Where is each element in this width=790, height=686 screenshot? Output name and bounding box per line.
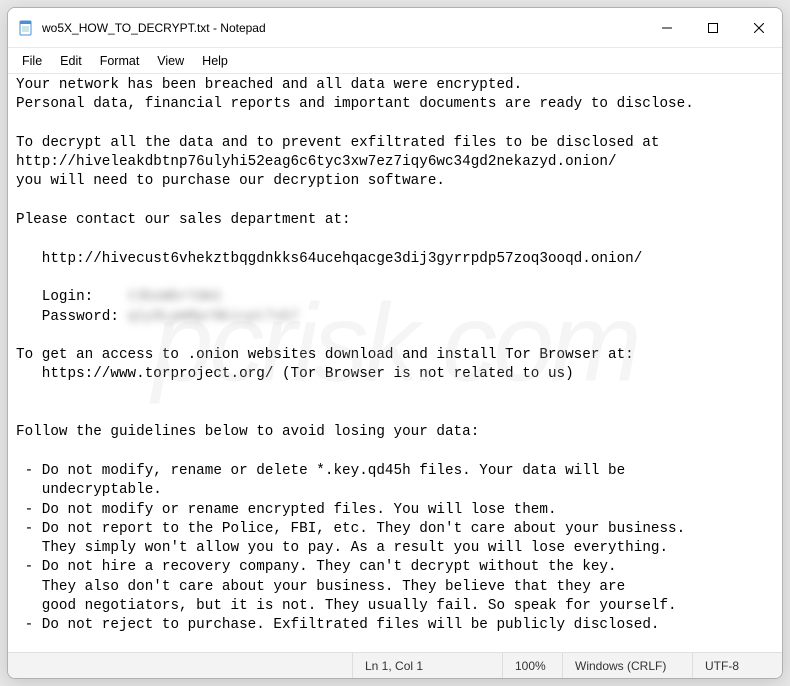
text-line: http://hiveleakdbtnp76ulyhi52eag6c6tyc3x… [16,154,617,170]
status-zoom: 100% [502,653,562,678]
window-controls [644,8,782,47]
password-label: Password: [16,309,128,325]
text-line: - Do not modify, rename or delete *.key.… [16,463,625,479]
text-line: you will need to purchase our decryption… [16,173,445,189]
minimize-button[interactable] [644,8,690,48]
close-button[interactable] [736,8,782,48]
text-line: Personal data, financial reports and imp… [16,96,694,112]
notepad-window: wo5X_HOW_TO_DECRYPT.txt - Notepad File E… [7,7,783,679]
text-line: - Do not report to the Police, FBI, etc.… [16,521,685,537]
window-title: wo5X_HOW_TO_DECRYPT.txt - Notepad [42,21,644,35]
text-line: Please contact our sales department at: [16,212,351,228]
menu-help[interactable]: Help [194,51,236,71]
status-encoding: UTF-8 [692,653,782,678]
text-line: They also don't care about your business… [16,579,625,595]
password-value: q1y9LpmRprNkicpt7vb7 [128,309,300,325]
menu-format[interactable]: Format [92,51,148,71]
menubar: File Edit Format View Help [8,48,782,74]
text-line: They simply won't allow you to pay. As a… [16,540,668,556]
status-position: Ln 1, Col 1 [352,653,502,678]
text-line: To get an access to .onion websites down… [16,347,634,363]
text-line: - Do not hire a recovery company. They c… [16,559,617,575]
text-line: To decrypt all the data and to prevent e… [16,135,659,151]
status-lineending: Windows (CRLF) [562,653,692,678]
text-line: https://www.torproject.org/ (Tor Browser… [16,366,574,382]
text-line: Your network has been breached and all d… [16,77,522,93]
statusbar: Ln 1, Col 1 100% Windows (CRLF) UTF-8 [8,652,782,678]
menu-view[interactable]: View [149,51,192,71]
notepad-icon [18,20,34,36]
maximize-button[interactable] [690,8,736,48]
text-line: Follow the guidelines below to avoid los… [16,424,479,440]
titlebar[interactable]: wo5X_HOW_TO_DECRYPT.txt - Notepad [8,8,782,48]
text-area[interactable]: Your network has been breached and all d… [8,74,782,652]
menu-edit[interactable]: Edit [52,51,90,71]
menu-file[interactable]: File [14,51,50,71]
text-line: - Do not modify or rename encrypted file… [16,502,557,518]
login-label: Login: [16,289,128,305]
text-line: http://hivecust6vhekztbqgdnkks64ucehqacg… [16,251,642,267]
text-line: undecryptable. [16,482,162,498]
text-line: good negotiators, but it is not. They us… [16,598,677,614]
text-line: - Do not reject to purchase. Exfiltrated… [16,617,659,633]
login-value: t3bsWbrYdm1 [128,289,222,305]
